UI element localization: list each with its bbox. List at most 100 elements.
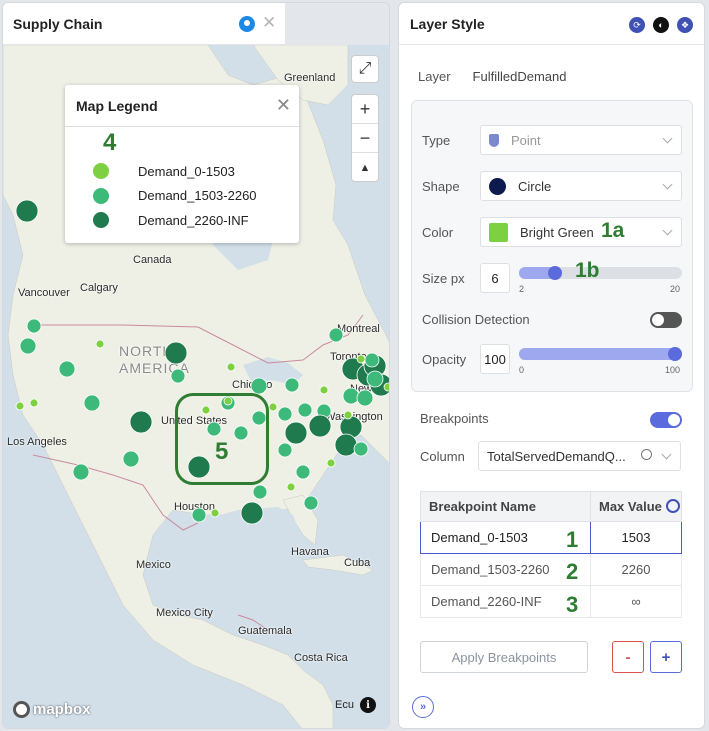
size-label: Size px [422,271,465,286]
header-max-value[interactable]: Max Value [590,491,682,522]
demand-point[interactable] [364,352,380,368]
demand-point[interactable] [210,508,220,518]
opacity-min: 0 [519,365,525,375]
zoom-in-button[interactable]: + [352,95,378,124]
demand-point[interactable] [356,389,374,407]
demand-point[interactable] [170,368,186,384]
opacity-slider-handle[interactable] [668,347,682,361]
size-slider-handle[interactable] [548,266,562,280]
opacity-label: Opacity [422,352,467,367]
demand-point[interactable] [15,401,25,411]
demand-point[interactable] [284,421,308,445]
demand-point[interactable] [58,360,76,378]
demand-point[interactable] [240,501,264,525]
breakpoint-name-cell[interactable]: Demand_1503-2260 [420,553,591,586]
chevron-down-icon [662,133,673,144]
info-icon[interactable]: i [359,697,376,713]
collision-toggle[interactable] [650,312,682,328]
demand-point[interactable] [83,394,101,412]
share-icon[interactable]: ⟳ [629,17,645,33]
demand-point[interactable] [356,354,366,364]
layer-value: FulfilledDemand [472,69,567,84]
demand-point[interactable] [343,410,353,420]
shape-select[interactable]: Circle [480,171,682,201]
demand-point[interactable] [122,450,140,468]
legend-close-icon[interactable]: ✕ [276,95,291,116]
remove-breakpoint-button[interactable]: - [612,641,644,673]
demand-point[interactable] [15,199,39,223]
compass-button[interactable]: ▲ [352,153,378,182]
demand-point[interactable] [29,398,39,408]
demand-point[interactable] [326,458,336,468]
bookmark-icon[interactable]: ❖ [677,17,693,33]
demand-point[interactable] [319,385,329,395]
opacity-slider-fill [519,348,682,360]
sort-icon[interactable] [665,499,680,513]
size-input[interactable]: 6 [480,263,510,293]
zoom-out-button[interactable]: − [352,124,378,153]
layer-row: Layer FulfilledDemand [418,69,566,84]
demand-point[interactable] [95,339,105,349]
opacity-max: 100 [665,365,681,375]
breakpoint-name-cell[interactable]: Demand_0-1503 [420,521,591,554]
demand-point[interactable] [164,341,188,365]
demand-point[interactable] [277,406,293,422]
demand-point[interactable] [129,410,153,434]
opacity-input[interactable]: 100 [480,344,510,374]
table-row[interactable]: Demand_2260-INF ∞ [420,585,682,618]
demand-point[interactable] [268,402,278,412]
demand-point[interactable] [226,362,236,372]
demand-point[interactable] [308,414,332,438]
mapbox-logo[interactable]: mapbox [13,701,91,718]
demand-point[interactable] [26,318,42,334]
tab-supply-chain[interactable]: Supply Chain ✕ [3,3,285,45]
demand-point[interactable] [250,377,268,395]
contrast-icon[interactable]: ◐ [653,17,669,33]
size-slider[interactable] [519,266,682,280]
shape-label: Shape [422,179,460,194]
callout-4: 4 [103,129,117,156]
column-select[interactable]: TotalServedDemandQ... [478,441,681,471]
panel-title: Layer Style [410,15,485,32]
opacity-slider[interactable] [519,347,682,361]
demand-point[interactable] [334,433,358,457]
breakpoints-toggle[interactable] [650,412,682,428]
breakpoint-name-cell[interactable]: Demand_2260-INF [420,585,591,618]
callout-5: 5 [215,438,229,465]
demand-point[interactable] [19,337,37,355]
breakpoints-table: Breakpoint Name Max Value Demand_0-1503 … [420,491,682,618]
table-row[interactable]: Demand_0-1503 1503 [420,521,682,554]
location-pin-icon[interactable] [239,16,255,32]
layer-style-panel: Layer Style ⟳ ◐ ❖ Layer FulfilledDemand T… [398,2,705,729]
demand-point[interactable] [286,482,296,492]
demand-point[interactable] [295,464,311,480]
demand-point[interactable] [277,442,293,458]
expand-panel-icon[interactable]: » [412,696,434,718]
max-value-cell[interactable]: 2260 [590,553,682,586]
demand-point[interactable] [383,382,390,392]
fullscreen-button[interactable]: ⤢ [351,55,379,83]
demand-point[interactable] [284,377,300,393]
demand-point[interactable] [191,507,207,523]
legend-item: Demand_0-1503 [93,159,257,184]
close-icon[interactable]: ✕ [262,14,276,32]
demand-point[interactable] [342,387,360,405]
demand-point[interactable] [297,402,313,418]
max-value-cell[interactable]: ∞ [590,585,682,618]
apply-breakpoints-button[interactable]: Apply Breakpoints [420,641,588,673]
demand-point[interactable] [303,495,319,511]
demand-point[interactable] [366,370,384,388]
color-label: Color [422,225,454,240]
color-select[interactable]: Bright Green [480,217,682,247]
header-breakpoint-name[interactable]: Breakpoint Name [420,491,591,522]
callout-1: 1 [566,527,579,552]
table-row[interactable]: Demand_1503-2260 2260 [420,553,682,586]
add-breakpoint-button[interactable]: + [650,641,682,673]
demand-point[interactable] [72,463,90,481]
legend-item: Demand_2260-INF [93,208,257,233]
max-value-cell[interactable]: 1503 [590,521,682,554]
demand-point[interactable] [353,441,369,457]
demand-point[interactable] [252,484,268,500]
color-swatch [489,222,508,242]
demand-point[interactable] [328,327,344,343]
